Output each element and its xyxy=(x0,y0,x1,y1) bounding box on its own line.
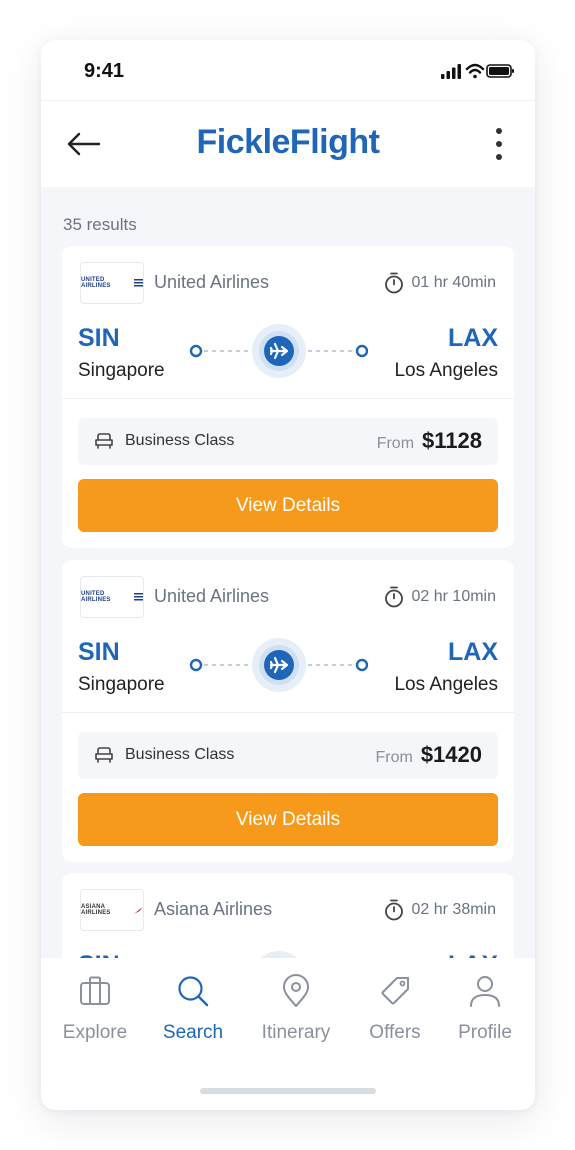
airline-name: United Airlines xyxy=(154,272,270,292)
flight-card: UNITED AIRLINES United Airlines 02 hr 10… xyxy=(62,560,514,862)
search-icon xyxy=(178,976,209,1007)
departure-code: SIN xyxy=(78,638,120,666)
flight-duration: 02 hr 10min xyxy=(384,586,496,608)
arrival-city: Los Angeles xyxy=(394,360,498,381)
tag-icon xyxy=(381,977,409,1005)
fare-price: From $1420 xyxy=(375,742,482,768)
flight-card: UNITED AIRLINES United Airlines 01 hr 40… xyxy=(62,246,514,548)
airline-logo: ASIANA AIRLINES xyxy=(80,889,144,931)
tab-label: Explore xyxy=(62,1022,128,1043)
departure-city: Singapore xyxy=(78,674,165,695)
tab-itinerary[interactable]: Itinerary xyxy=(251,974,341,1044)
more-options-icon[interactable] xyxy=(491,126,507,162)
price-amount: $1128 xyxy=(422,428,482,453)
arrival-code: LAX xyxy=(448,324,498,352)
airline-name: Asiana Airlines xyxy=(154,899,273,919)
price-amount: $1420 xyxy=(420,742,482,767)
fare-row: Business Class From $1420 xyxy=(78,732,498,779)
bottom-tab-bar: Explore Search Itinerary Offers Profile xyxy=(41,958,535,1110)
fare-price: From $1128 xyxy=(377,428,482,454)
fare-row: Business Class From $1128 xyxy=(78,418,498,465)
tab-label: Itinerary xyxy=(261,1022,331,1043)
briefcase-icon xyxy=(80,976,110,1005)
seat-icon xyxy=(95,433,113,449)
stopwatch-icon xyxy=(384,272,403,294)
stopwatch-icon xyxy=(384,586,403,608)
wifi-icon xyxy=(465,63,485,79)
home-indicator xyxy=(200,1088,376,1094)
results-count: 35 results xyxy=(63,215,137,234)
status-icons xyxy=(441,63,514,79)
flight-duration: 01 hr 40min xyxy=(384,272,496,294)
arrival-code: LAX xyxy=(448,638,498,666)
flight-card-header: UNITED AIRLINES United Airlines 02 hr 10… xyxy=(62,560,514,713)
app-bar: FickleFlight xyxy=(41,100,535,187)
stopwatch-icon xyxy=(384,899,403,921)
flight-route-graphic xyxy=(189,324,368,378)
seat-icon xyxy=(95,747,113,763)
view-details-button[interactable]: View Details xyxy=(78,479,498,532)
signal-icon xyxy=(441,64,461,79)
price-prefix: From xyxy=(376,435,415,452)
view-details-button[interactable]: View Details xyxy=(78,793,498,846)
cabin-class: Business Class xyxy=(125,746,235,763)
tab-label: Profile xyxy=(458,1022,512,1043)
departure-city: Singapore xyxy=(78,360,165,381)
tab-explore[interactable]: Explore xyxy=(50,974,140,1044)
asiana-wing-icon xyxy=(134,906,143,914)
cabin-class: Business Class xyxy=(125,432,235,449)
departure-code: SIN xyxy=(78,324,120,352)
map-pin-icon xyxy=(283,974,309,1007)
airline-logo: UNITED AIRLINES xyxy=(80,262,144,304)
arrival-city: Los Angeles xyxy=(394,674,498,695)
tab-offers[interactable]: Offers xyxy=(350,974,440,1044)
flight-card-header: UNITED AIRLINES United Airlines 01 hr 40… xyxy=(62,246,514,399)
user-icon xyxy=(470,976,500,1007)
price-prefix: From xyxy=(375,749,413,766)
airline-logo: UNITED AIRLINES xyxy=(80,576,144,618)
tab-label: Offers xyxy=(369,1022,421,1043)
status-bar: 9:41 xyxy=(41,40,535,100)
battery-icon xyxy=(486,64,514,78)
airline-name: United Airlines xyxy=(154,586,270,606)
tab-search[interactable]: Search xyxy=(148,974,238,1044)
phone-frame: 9:41 FickleFlight 35 results UNITED AIRL… xyxy=(41,40,535,1110)
app-logo: FickleFlight xyxy=(196,123,380,161)
flight-duration: 02 hr 38min xyxy=(384,899,496,921)
tab-profile[interactable]: Profile xyxy=(440,974,530,1044)
status-time: 9:41 xyxy=(84,60,125,82)
tab-label: Search xyxy=(162,1022,224,1043)
flight-route-graphic xyxy=(189,638,368,692)
